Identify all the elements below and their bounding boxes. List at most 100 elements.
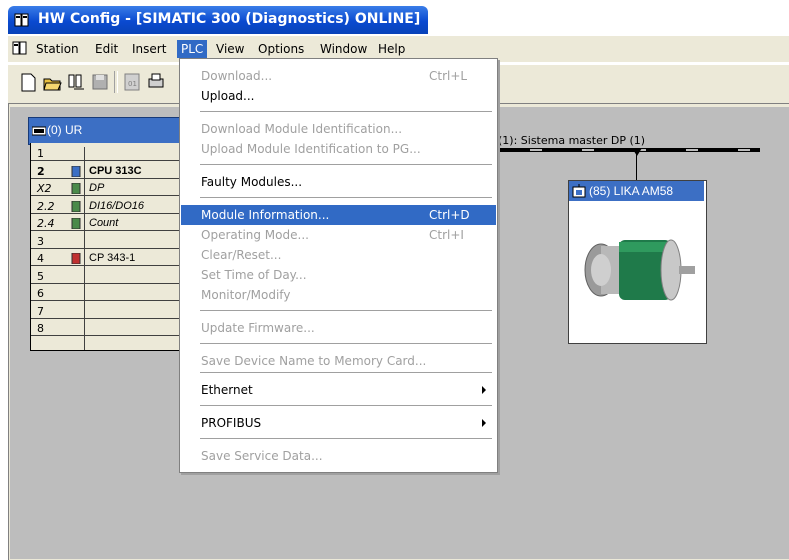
menu-item-label: Ethernet <box>201 383 253 397</box>
rack-row[interactable]: X2 DP <box>31 182 183 196</box>
menu-item-label: Update Firmware... <box>201 321 315 335</box>
menu-item-upload-module-identification-to-pg[interactable]: Upload Module Identification to PG... <box>181 139 496 159</box>
title-bar[interactable]: HW Config - [SIMATIC 300 (Diagnostics) O… <box>8 6 428 34</box>
menu-item-download[interactable]: Download... Ctrl+L <box>181 66 496 86</box>
menu-item-label: Clear/Reset... <box>201 248 282 262</box>
menu-station[interactable]: Station <box>32 40 83 58</box>
menu-separator <box>200 197 492 199</box>
menu-item-shortcut: Ctrl+L <box>429 69 468 83</box>
menu-view[interactable]: View <box>212 40 248 58</box>
device-header[interactable]: (85) LIKA AM58 <box>569 181 704 201</box>
submenu-arrow-icon <box>482 419 486 427</box>
toolbar-separator <box>114 71 118 93</box>
rack-slot-number: 2 <box>37 164 45 178</box>
new-icon[interactable] <box>18 71 38 93</box>
counter-icon <box>71 218 81 229</box>
rack-row[interactable]: 2 CPU 313C <box>31 165 183 179</box>
menu-item-save-device-name-to-memory-card[interactable]: Save Device Name to Memory Card... <box>181 351 496 371</box>
rack-title: (0) UR <box>47 123 83 137</box>
menu-item-label: Module Information... <box>201 208 330 222</box>
menu-item-ethernet[interactable]: Ethernet <box>181 380 496 400</box>
profibus-label: (1): Sistema master DP (1) <box>498 134 646 147</box>
menu-item-download-module-identification[interactable]: Download Module Identification... <box>181 119 496 139</box>
rack-module-name: Count <box>89 217 119 229</box>
document-icon[interactable] <box>12 40 28 56</box>
rack-row[interactable]: 8 <box>31 322 183 336</box>
menu-item-label: PROFIBUS <box>201 416 262 430</box>
menu-item-update-firmware[interactable]: Update Firmware... <box>181 318 496 338</box>
rack-row[interactable]: 5 <box>31 270 183 284</box>
menu-item-label: Upload Module Identification to PG... <box>201 142 421 156</box>
compile-icon[interactable]: 01 <box>122 71 142 93</box>
print-icon[interactable] <box>146 71 166 93</box>
window-title: HW Config - [SIMATIC 300 (Diagnostics) O… <box>38 11 421 27</box>
rack-table: 1 2 CPU 313C X2 DP 2.2 DI16/DO16 2.4 Count 3 4 CP 3… <box>30 143 184 351</box>
rack-row[interactable]: 6 <box>31 287 183 301</box>
menu-item-operating-mode[interactable]: Operating Mode... Ctrl+I <box>181 225 496 245</box>
menu-separator <box>200 438 492 440</box>
menu-separator <box>200 405 492 407</box>
menu-separator <box>200 164 492 166</box>
station-icon[interactable] <box>66 71 86 93</box>
profibus-line-dash <box>490 149 760 151</box>
menu-help[interactable]: Help <box>374 40 409 58</box>
menu-separator <box>200 372 492 374</box>
menu-item-module-information[interactable]: Module Information... Ctrl+D <box>181 205 496 225</box>
menu-window[interactable]: Window <box>316 40 371 58</box>
rack-module-name: DP <box>89 182 105 194</box>
encoder-image <box>584 239 695 301</box>
menu-item-profibus[interactable]: PROFIBUS <box>181 413 496 433</box>
rack-row[interactable]: 2.2 DI16/DO16 <box>31 200 183 214</box>
svg-text:01: 01 <box>128 80 137 88</box>
menu-edit[interactable]: Edit <box>91 40 122 58</box>
menu-item-shortcut: Ctrl+D <box>429 208 470 222</box>
menu-item-label: Upload... <box>201 89 255 103</box>
dp-slave-icon <box>572 184 586 198</box>
rack-icon <box>32 126 46 136</box>
menu-item-label: Download... <box>201 69 273 83</box>
rack-slot-number: 4 <box>37 252 44 265</box>
menu-item-save-service-data[interactable]: Save Service Data... <box>181 446 496 466</box>
open-icon[interactable] <box>42 71 62 93</box>
rack-row[interactable]: 4 CP 343-1 <box>31 252 183 266</box>
menu-item-label: Operating Mode... <box>201 228 309 242</box>
menu-item-faulty-modules[interactable]: Faulty Modules... <box>181 172 496 192</box>
rack-module-name: CP 343-1 <box>89 252 136 264</box>
rack-slot-number: 1 <box>37 147 44 160</box>
device-connector-line <box>636 154 637 182</box>
menu-item-set-time-of-day[interactable]: Set Time of Day... <box>181 265 496 285</box>
rack-header[interactable]: (0) UR <box>28 117 200 145</box>
menu-insert[interactable]: Insert <box>128 40 170 58</box>
rack-slot-number: 5 <box>37 269 44 283</box>
rack-slot-number: 6 <box>37 287 44 300</box>
rack-row[interactable]: 1 <box>31 147 183 161</box>
rack-module-name: CPU 313C <box>89 164 142 177</box>
io-module-icon <box>71 200 81 212</box>
menu-separator <box>200 343 492 345</box>
menu-item-label: Faulty Modules... <box>201 175 303 189</box>
menu-item-shortcut: Ctrl+I <box>429 228 464 242</box>
menu-plc[interactable]: PLC <box>177 40 208 58</box>
menu-options[interactable]: Options <box>254 40 308 58</box>
save-icon[interactable] <box>90 71 110 93</box>
plc-menu: Download... Ctrl+L Upload... Download Modul… <box>179 58 498 473</box>
rack-slot-number: X2 <box>37 182 52 195</box>
menu-item-upload[interactable]: Upload... <box>181 86 496 106</box>
rack-module-name: DI16/DO16 <box>89 199 145 212</box>
menu-item-clear-reset[interactable]: Clear/Reset... <box>181 245 496 265</box>
menu-item-monitor-modify[interactable]: Monitor/Modify <box>181 285 496 305</box>
rack-slot-number: 7 <box>37 304 44 318</box>
rack-row[interactable]: 2.4 Count <box>31 217 183 231</box>
menu-item-label: Download Module Identification... <box>201 122 403 136</box>
menu-separator <box>200 310 492 312</box>
bus-connector-icon <box>632 148 642 156</box>
rack-slot-number: 3 <box>37 234 44 248</box>
rack-row[interactable]: 3 <box>31 235 183 249</box>
menu-separator <box>200 111 492 113</box>
rack-slot-number: 2.4 <box>37 217 55 230</box>
submenu-arrow-icon <box>482 386 486 394</box>
menu-item-label: Save Service Data... <box>201 449 323 463</box>
cpu-icon <box>71 165 81 177</box>
rack-row[interactable]: 7 <box>31 305 183 319</box>
menu-item-label: Monitor/Modify <box>201 288 291 302</box>
